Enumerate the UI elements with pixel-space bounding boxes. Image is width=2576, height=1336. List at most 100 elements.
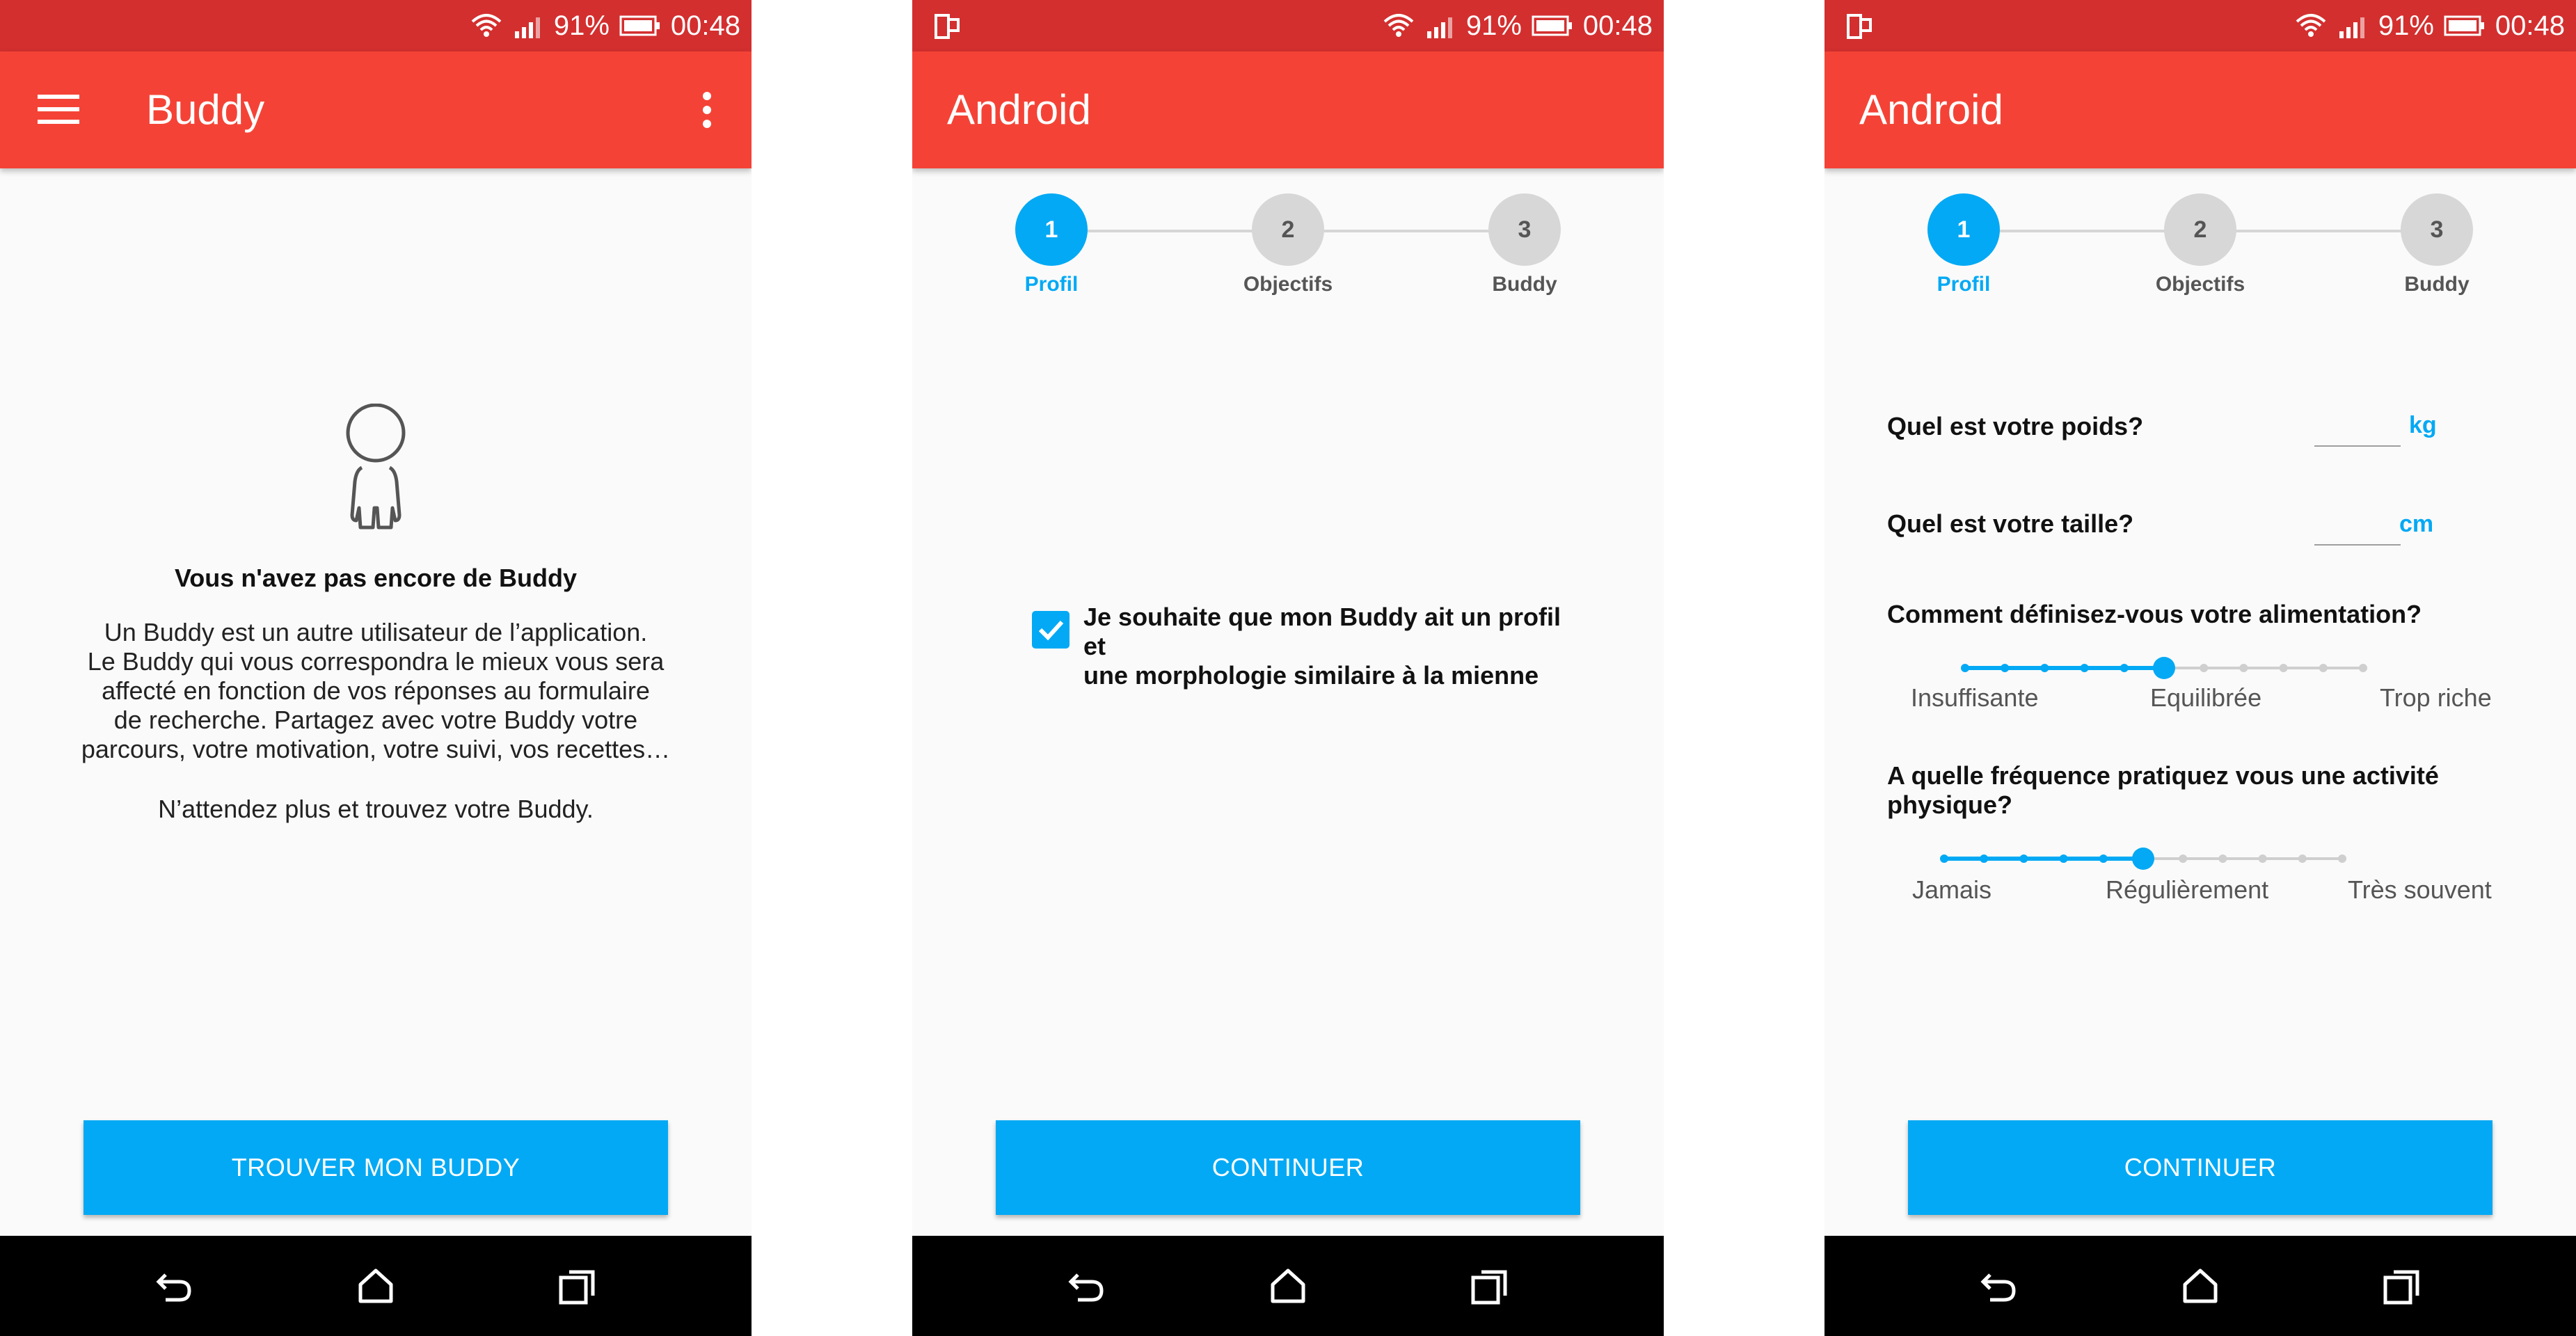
slider-tick bbox=[2319, 664, 2328, 672]
empty-state-line: affecté en fonction de vos réponses au f… bbox=[102, 676, 650, 705]
empty-state-title: Vous n'avez pas encore de Buddy bbox=[174, 564, 578, 592]
find-buddy-button[interactable]: TROUVER MON BUDDY bbox=[84, 1120, 668, 1215]
slider-tick bbox=[2258, 854, 2267, 863]
slider-tick bbox=[1980, 854, 1989, 863]
slider-tick bbox=[2239, 664, 2248, 672]
empty-state-line: Le Buddy qui vous correspondra le mieux … bbox=[87, 647, 665, 676]
slider-tick bbox=[2040, 664, 2049, 672]
slider-tick bbox=[2001, 664, 2010, 672]
step-1-circle[interactable]: 1 bbox=[1015, 193, 1088, 266]
slider-tick bbox=[2179, 854, 2188, 863]
status-bar: 91% 00:48 bbox=[0, 0, 752, 51]
app-bar: Android bbox=[912, 51, 1664, 168]
step-2-circle[interactable]: 2 bbox=[2164, 193, 2236, 266]
slider-tick bbox=[2200, 664, 2209, 672]
slider-tick bbox=[2019, 854, 2028, 863]
continue-button[interactable]: CONTINUER bbox=[1908, 1120, 2492, 1215]
status-bar: 91% 00:48 bbox=[1824, 0, 2576, 51]
app-bar: Android bbox=[1824, 51, 2576, 168]
diet-question: Comment définisez-vous votre alimentatio… bbox=[1887, 600, 2422, 628]
step-1-label: Profil bbox=[1937, 273, 1991, 296]
slider-tick bbox=[2218, 854, 2227, 863]
height-input[interactable] bbox=[2314, 516, 2401, 546]
diet-label-high: Trop riche bbox=[2380, 683, 2492, 712]
navigation-bar bbox=[0, 1236, 752, 1336]
diet-slider[interactable] bbox=[1824, 647, 2576, 689]
wifi-icon bbox=[2293, 12, 2328, 40]
navigation-bar bbox=[1824, 1236, 2576, 1336]
activity-question: A quelle fréquence pratiquez vous une ac… bbox=[1887, 761, 2439, 820]
step-1-circle[interactable]: 1 bbox=[1927, 193, 2000, 266]
battery-icon bbox=[619, 15, 661, 37]
recent-apps-icon[interactable] bbox=[557, 1265, 598, 1307]
battery-icon bbox=[2444, 15, 2486, 37]
home-icon[interactable] bbox=[2179, 1265, 2221, 1307]
screen-rotation-icon bbox=[933, 13, 961, 40]
checkbox-label-line: une morphologie similaire à la mienne bbox=[1083, 661, 1539, 690]
similar-profile-checkbox[interactable] bbox=[1032, 611, 1070, 649]
step-1-label: Profil bbox=[1024, 273, 1079, 296]
step-3-circle[interactable]: 3 bbox=[1488, 193, 1561, 266]
app-title: Android bbox=[947, 86, 1091, 133]
activity-slider[interactable] bbox=[1824, 838, 2576, 880]
phone-screen-buddy: 91% 00:48 Buddy Vous n'avez pas encore d… bbox=[0, 0, 752, 1336]
signal-icon bbox=[2338, 13, 2369, 38]
activity-label-high: Très souvent bbox=[2348, 875, 2492, 904]
app-title: Android bbox=[1859, 86, 2003, 133]
height-question: Quel est votre taille? bbox=[1887, 509, 2134, 538]
empty-state-cta: N’attendez plus et trouvez votre Buddy. bbox=[158, 795, 594, 823]
wifi-icon bbox=[1381, 12, 1416, 40]
continue-button[interactable]: CONTINUER bbox=[996, 1120, 1580, 1215]
more-vert-icon[interactable] bbox=[701, 90, 713, 133]
clock: 00:48 bbox=[2495, 10, 2565, 41]
app-title: Buddy bbox=[146, 86, 265, 133]
step-2-label: Objectifs bbox=[1243, 273, 1333, 296]
slider-tick bbox=[2059, 854, 2068, 863]
weight-input[interactable] bbox=[2314, 418, 2401, 447]
battery-percent: 91% bbox=[553, 10, 610, 41]
slider-tick bbox=[2298, 854, 2307, 863]
step-3-label: Buddy bbox=[1492, 273, 1557, 296]
slider-thumb[interactable] bbox=[2153, 657, 2175, 679]
slider-thumb[interactable] bbox=[2132, 848, 2154, 870]
slider-tick bbox=[1940, 854, 1948, 863]
phone-screen-profile-form: 91% 00:48 Android 1 2 3 Profil Objectifs… bbox=[1824, 0, 2576, 1336]
slider-tick bbox=[2359, 664, 2367, 672]
back-icon[interactable] bbox=[1978, 1265, 2019, 1307]
slider-tick bbox=[2080, 664, 2089, 672]
slider-tick bbox=[2120, 664, 2129, 672]
recent-apps-icon[interactable] bbox=[2381, 1265, 2423, 1307]
signal-icon bbox=[514, 13, 544, 38]
activity-question-line: physique? bbox=[1887, 790, 2013, 819]
menu-icon[interactable] bbox=[38, 95, 79, 127]
navigation-bar bbox=[912, 1236, 1664, 1336]
clock: 00:48 bbox=[1582, 10, 1653, 41]
step-2-circle[interactable]: 2 bbox=[1252, 193, 1324, 266]
app-bar: Buddy bbox=[0, 51, 752, 168]
height-unit: cm bbox=[2399, 511, 2434, 537]
recent-apps-icon[interactable] bbox=[1469, 1265, 1511, 1307]
diet-label-mid: Equilibrée bbox=[2150, 683, 2262, 712]
screen-rotation-icon bbox=[1845, 13, 1873, 40]
step-3-label: Buddy bbox=[2404, 273, 2470, 296]
phone-screen-profile-checkbox: 91% 00:48 Android 1 2 3 Profil Objectifs… bbox=[912, 0, 1664, 1336]
weight-question: Quel est votre poids? bbox=[1887, 412, 2144, 440]
battery-icon bbox=[1532, 15, 1573, 37]
checkbox-label-line: Je souhaite que mon Buddy ait un profil … bbox=[1083, 603, 1561, 660]
slider-tick bbox=[2338, 854, 2346, 863]
clock: 00:48 bbox=[670, 10, 740, 41]
similar-profile-label: Je souhaite que mon Buddy ait un profil … bbox=[1083, 603, 1584, 690]
back-icon[interactable] bbox=[1065, 1265, 1107, 1307]
signal-icon bbox=[1426, 13, 1456, 38]
empty-state-line: de recherche. Partagez avec votre Buddy … bbox=[113, 706, 638, 734]
slider-tick bbox=[2279, 664, 2288, 672]
battery-percent: 91% bbox=[2378, 10, 2434, 41]
home-icon[interactable] bbox=[355, 1265, 397, 1307]
diet-label-low: Insuffisante bbox=[1911, 683, 2039, 712]
step-3-circle[interactable]: 3 bbox=[2401, 193, 2473, 266]
home-icon[interactable] bbox=[1267, 1265, 1309, 1307]
back-icon[interactable] bbox=[153, 1265, 195, 1307]
empty-state-body: Un Buddy est un autre utilisateur de l’a… bbox=[63, 618, 689, 764]
slider-tick bbox=[1961, 664, 1969, 672]
empty-state-line: parcours, votre motivation, votre suivi,… bbox=[81, 735, 671, 763]
